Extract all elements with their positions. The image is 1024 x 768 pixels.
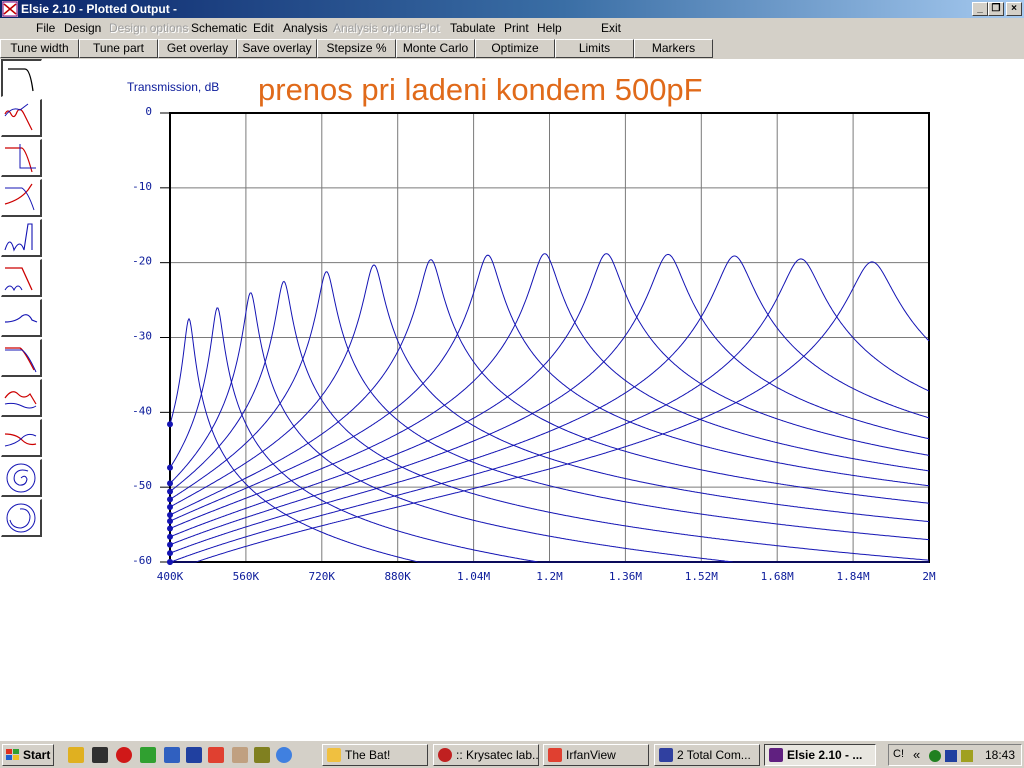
x-tick-label: 2M <box>922 570 936 583</box>
cd-icon[interactable] <box>254 747 270 763</box>
start-label: Start <box>23 748 51 762</box>
curve-start-marker <box>167 464 173 471</box>
elsie-task-icon <box>769 748 783 762</box>
shield-icon[interactable] <box>164 747 180 763</box>
task-total-commander[interactable]: 2 Total Com... <box>654 744 760 766</box>
x-tick-label: 560K <box>233 570 260 583</box>
curve-start-marker <box>167 518 173 525</box>
antivirus-icon[interactable] <box>945 750 957 762</box>
x-tick-labels: 400K 560K 720K 880K 1.04M 1.2M 1.36M 1.52M 1.68M… <box>157 570 936 583</box>
system-tray: C! « 18:43 <box>888 744 1022 766</box>
curve-start-marker <box>167 503 173 510</box>
x-tick-label: 1.84M <box>837 570 870 583</box>
x-tick-label: 1.68M <box>761 570 794 583</box>
task-label: The Bat! <box>345 748 391 762</box>
task-label: :: Krysatec lab... <box>456 748 539 762</box>
x-tick-label: 1.2M <box>536 570 563 583</box>
curve-start-marker <box>167 421 173 428</box>
frog-icon[interactable] <box>140 747 156 763</box>
start-button[interactable]: Start <box>2 744 54 766</box>
curve-start-marker <box>167 559 173 565</box>
speaker-icon[interactable] <box>961 750 973 762</box>
y-tick-label: -60 <box>132 554 152 567</box>
x-tick-label: 1.36M <box>609 570 642 583</box>
y-tick-label: -50 <box>132 479 152 492</box>
the-bat-task-icon <box>327 748 341 762</box>
task-the-bat[interactable]: The Bat! <box>322 744 428 766</box>
curve-start-marker <box>167 541 173 548</box>
taskbar: Start The Bat! :: Krysatec lab... IrfanV… <box>0 740 1024 768</box>
y-tick-label: 0 <box>145 105 152 118</box>
y-tick-label: -20 <box>132 255 152 268</box>
opera-task-icon <box>438 748 452 762</box>
curve-start-marker <box>167 525 173 532</box>
tray-expand-icon[interactable]: « <box>913 747 920 762</box>
y-tick-label: -10 <box>132 180 152 193</box>
tray-label: C! <box>893 748 904 760</box>
task-label: IrfanView <box>566 748 616 762</box>
x-tick-label: 1.52M <box>685 570 718 583</box>
curve-start-marker <box>167 496 173 503</box>
task-elsie[interactable]: Elsie 2.10 - ... <box>764 744 876 766</box>
x-tick-label: 1.04M <box>457 570 490 583</box>
book-icon[interactable] <box>232 747 248 763</box>
the-bat-icon[interactable] <box>68 747 84 763</box>
curve-start-marker <box>167 488 173 495</box>
x-tick-label: 880K <box>384 570 411 583</box>
curve-start-marker <box>167 480 173 487</box>
floppy-task-icon <box>659 748 673 762</box>
x-tick-label: 400K <box>157 570 184 583</box>
irfanview-icon[interactable] <box>208 747 224 763</box>
irfanview-task-icon <box>548 748 562 762</box>
task-label: Elsie 2.10 - ... <box>787 748 863 762</box>
opera-icon[interactable] <box>116 747 132 763</box>
curve-start-marker <box>167 512 173 519</box>
task-irfanview[interactable]: IrfanView <box>543 744 649 766</box>
clock[interactable]: 18:43 <box>985 748 1015 762</box>
y-tick-label: -40 <box>132 404 152 417</box>
x-tick-label: 720K <box>309 570 336 583</box>
task-label: 2 Total Com... <box>677 748 751 762</box>
plot-title: prenos pri ladeni kondem 500pF <box>258 72 703 107</box>
windows-logo-icon <box>6 749 19 760</box>
floppy-icon[interactable] <box>186 747 202 763</box>
network-icon[interactable] <box>929 750 941 762</box>
curve-start-marker <box>167 550 173 557</box>
curve-start-marker <box>167 533 173 540</box>
y-axis-label: Transmission, dB <box>127 80 219 94</box>
tray-icon[interactable] <box>92 747 108 763</box>
transmission-plot: prenos pri ladeni kondem 500pF Transmiss… <box>127 72 936 583</box>
y-tick-labels: 0 -10 -20 -30 -40 -50 -60 <box>132 105 170 567</box>
ie-icon[interactable] <box>276 747 292 763</box>
y-tick-label: -30 <box>132 330 152 343</box>
task-krysatec[interactable]: :: Krysatec lab... <box>433 744 539 766</box>
